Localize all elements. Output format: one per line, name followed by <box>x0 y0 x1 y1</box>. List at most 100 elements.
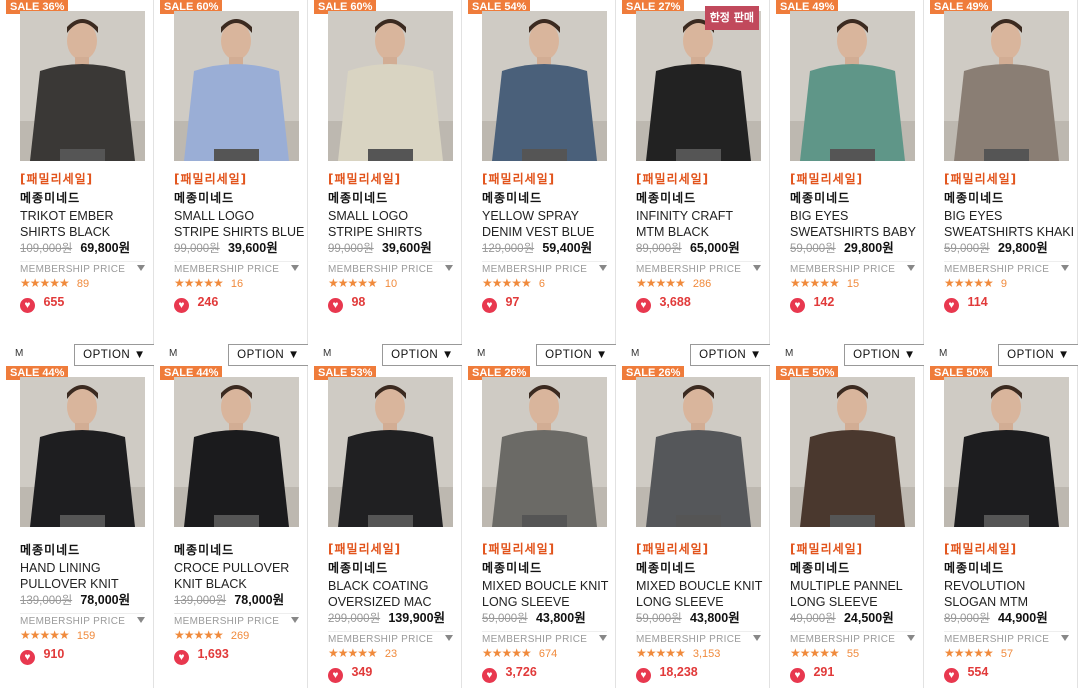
membership-price-toggle[interactable]: MEMBERSHIP PRICE <box>174 261 299 275</box>
product-name-line1[interactable]: MULTIPLE PANNEL <box>790 578 922 594</box>
product-name[interactable]: REVOLUTION SLOGAN MTM <box>944 578 1076 610</box>
brand-name[interactable]: 메종미네드 <box>20 188 152 208</box>
dropdown-triangle-icon[interactable] <box>137 617 145 623</box>
product-name-line2[interactable]: PULLOVER KNIT <box>20 576 152 592</box>
product-card[interactable]: SALE 49% [패밀리세일] 메종미네드 BIG EYES SWEATSHI… <box>924 0 1078 366</box>
product-name-line2[interactable]: SHIRTS BLACK <box>20 224 152 240</box>
heart-icon[interactable]: ♥ <box>944 668 959 683</box>
dropdown-triangle-icon[interactable] <box>1061 265 1069 271</box>
heart-icon[interactable]: ♥ <box>944 298 959 313</box>
option-dropdown-button[interactable]: OPTION ▼ <box>74 344 154 366</box>
membership-price-toggle[interactable]: MEMBERSHIP PRICE <box>328 631 453 645</box>
product-name-line2[interactable]: STRIPE SHIRTS BLUE <box>174 224 306 240</box>
heart-icon[interactable]: ♥ <box>174 650 189 665</box>
product-image[interactable] <box>482 377 607 527</box>
dropdown-triangle-icon[interactable] <box>753 635 761 641</box>
product-name[interactable]: SMALL LOGO STRIPE SHIRTS BLUE <box>174 208 306 240</box>
product-card[interactable]: SALE 60% [패밀리세일] 메종미네드 SMALL LOGO STRIPE… <box>308 0 462 366</box>
product-card[interactable]: SALE 36% [패밀리세일] 메종미네드 TRIKOT EMBER SHIR… <box>0 0 154 366</box>
product-image[interactable] <box>790 11 915 161</box>
product-name-line2[interactable]: DENIM VEST BLUE <box>482 224 614 240</box>
membership-price-toggle[interactable]: MEMBERSHIP PRICE <box>790 261 915 275</box>
product-name-line2[interactable]: SWEATSHIRTS BABY <box>790 224 922 240</box>
product-card[interactable]: SALE 54% [패밀리세일] 메종미네드 YELLOW SPRAY DENI… <box>462 0 616 366</box>
product-image[interactable] <box>174 11 299 161</box>
product-name[interactable]: MULTIPLE PANNEL LONG SLEEVE <box>790 578 922 610</box>
product-name[interactable]: CROCE PULLOVER KNIT BLACK <box>174 560 306 592</box>
dropdown-triangle-icon[interactable] <box>445 265 453 271</box>
option-dropdown-button[interactable]: OPTION ▼ <box>382 344 462 366</box>
option-dropdown-button[interactable]: OPTION ▼ <box>690 344 770 366</box>
product-name-line1[interactable]: MIXED BOUCLE KNIT <box>482 578 614 594</box>
heart-icon[interactable]: ♥ <box>20 298 35 313</box>
like-button[interactable]: ♥ 98 <box>328 293 460 313</box>
product-name-line1[interactable]: HAND LINING <box>20 560 152 576</box>
membership-price-toggle[interactable]: MEMBERSHIP PRICE <box>636 261 761 275</box>
brand-name[interactable]: 메종미네드 <box>944 558 1076 578</box>
membership-price-toggle[interactable]: MEMBERSHIP PRICE <box>944 261 1069 275</box>
product-name[interactable]: BIG EYES SWEATSHIRTS KHAKI <box>944 208 1076 240</box>
product-name[interactable]: YELLOW SPRAY DENIM VEST BLUE <box>482 208 614 240</box>
product-image[interactable] <box>328 377 453 527</box>
product-name[interactable]: BLACK COATING OVERSIZED MAC <box>328 578 460 610</box>
product-name[interactable]: INFINITY CRAFT MTM BLACK <box>636 208 768 240</box>
product-name-line1[interactable]: REVOLUTION <box>944 578 1076 594</box>
product-name-line2[interactable]: KNIT BLACK <box>174 576 306 592</box>
product-name-line2[interactable]: SWEATSHIRTS KHAKI <box>944 224 1076 240</box>
dropdown-triangle-icon[interactable] <box>1061 635 1069 641</box>
like-button[interactable]: ♥ 3,726 <box>482 663 614 683</box>
product-name-line2[interactable]: LONG SLEEVE <box>790 594 922 610</box>
dropdown-triangle-icon[interactable] <box>137 265 145 271</box>
dropdown-triangle-icon[interactable] <box>907 265 915 271</box>
dropdown-triangle-icon[interactable] <box>291 617 299 623</box>
product-name[interactable]: MIXED BOUCLE KNIT LONG SLEEVE <box>636 578 768 610</box>
like-button[interactable]: ♥ 114 <box>944 293 1076 313</box>
brand-name[interactable]: 메종미네드 <box>174 188 306 208</box>
product-card[interactable]: SALE 50% [패밀리세일] 메종미네드 REVOLUTION SLOGAN… <box>924 366 1078 688</box>
like-button[interactable]: ♥ 18,238 <box>636 663 768 683</box>
product-name-line1[interactable]: BLACK COATING <box>328 578 460 594</box>
product-card[interactable]: SALE 50% [패밀리세일] 메종미네드 MULTIPLE PANNEL L… <box>770 366 924 688</box>
product-name-line1[interactable]: INFINITY CRAFT <box>636 208 768 224</box>
like-button[interactable]: ♥ 291 <box>790 663 922 683</box>
product-card[interactable]: SALE 53% [패밀리세일] 메종미네드 BLACK COATING OVE… <box>308 366 462 688</box>
product-name-line1[interactable]: TRIKOT EMBER <box>20 208 152 224</box>
brand-name[interactable]: 메종미네드 <box>790 558 922 578</box>
like-button[interactable]: ♥ 554 <box>944 663 1076 683</box>
membership-price-toggle[interactable]: MEMBERSHIP PRICE <box>790 631 915 645</box>
product-card[interactable]: SALE 49% [패밀리세일] 메종미네드 BIG EYES SWEATSHI… <box>770 0 924 366</box>
product-card[interactable]: SALE 26% [패밀리세일] 메종미네드 MIXED BOUCLE KNIT… <box>616 366 770 688</box>
heart-icon[interactable]: ♥ <box>790 668 805 683</box>
membership-price-toggle[interactable]: MEMBERSHIP PRICE <box>636 631 761 645</box>
like-button[interactable]: ♥ 97 <box>482 293 614 313</box>
product-card[interactable]: SALE 27% 한정 판매 [패밀리세일] 메종미네드 INFINITY CR… <box>616 0 770 366</box>
heart-icon[interactable]: ♥ <box>636 668 651 683</box>
product-name[interactable]: SMALL LOGO STRIPE SHIRTS <box>328 208 460 240</box>
product-name[interactable]: MIXED BOUCLE KNIT LONG SLEEVE <box>482 578 614 610</box>
product-name-line1[interactable]: BIG EYES <box>790 208 922 224</box>
product-image[interactable] <box>174 377 299 527</box>
dropdown-triangle-icon[interactable] <box>599 265 607 271</box>
product-name-line2[interactable]: OVERSIZED MAC <box>328 594 460 610</box>
product-name-line1[interactable]: BIG EYES <box>944 208 1076 224</box>
product-name[interactable]: TRIKOT EMBER SHIRTS BLACK <box>20 208 152 240</box>
heart-icon[interactable]: ♥ <box>636 298 651 313</box>
like-button[interactable]: ♥ 349 <box>328 663 460 683</box>
product-card[interactable]: SALE 44% 메종미네드 CROCE PULLOVER KNIT BLACK… <box>154 366 308 688</box>
like-button[interactable]: ♥ 655 <box>20 293 152 313</box>
brand-name[interactable]: 메종미네드 <box>636 558 768 578</box>
like-button[interactable]: ♥ 1,693 <box>174 645 306 665</box>
dropdown-triangle-icon[interactable] <box>445 635 453 641</box>
product-card[interactable]: SALE 60% [패밀리세일] 메종미네드 SMALL LOGO STRIPE… <box>154 0 308 366</box>
like-button[interactable]: ♥ 3,688 <box>636 293 768 313</box>
product-name-line1[interactable]: MIXED BOUCLE KNIT <box>636 578 768 594</box>
brand-name[interactable]: 메종미네드 <box>20 540 152 560</box>
brand-name[interactable]: 메종미네드 <box>944 188 1076 208</box>
brand-name[interactable]: 메종미네드 <box>482 188 614 208</box>
dropdown-triangle-icon[interactable] <box>907 635 915 641</box>
dropdown-triangle-icon[interactable] <box>291 265 299 271</box>
option-dropdown-button[interactable]: OPTION ▼ <box>844 344 924 366</box>
product-name-line1[interactable]: SMALL LOGO <box>174 208 306 224</box>
product-name-line2[interactable]: LONG SLEEVE <box>636 594 768 610</box>
heart-icon[interactable]: ♥ <box>328 298 343 313</box>
